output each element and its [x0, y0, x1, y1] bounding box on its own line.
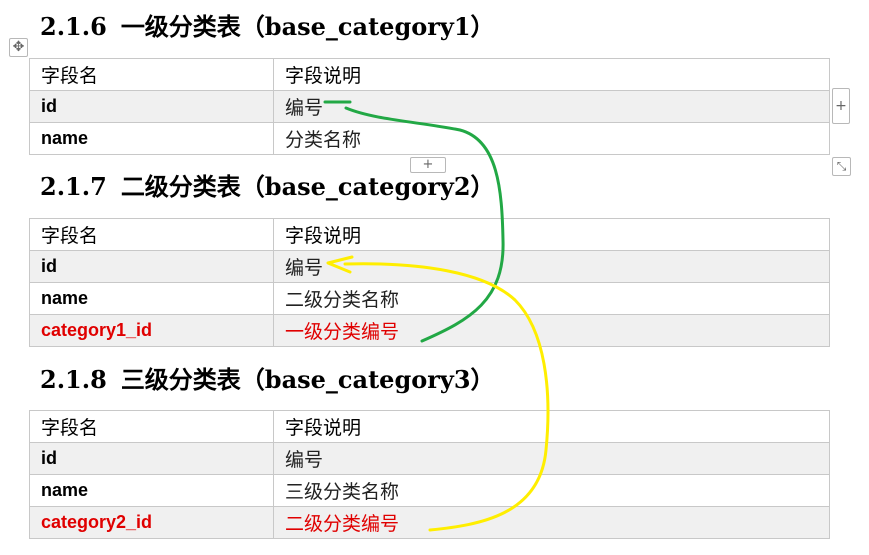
- table-row: category1_id 一级分类编号: [29, 314, 830, 347]
- table-row: id 编号: [29, 250, 830, 283]
- field-cell: name: [29, 474, 274, 507]
- plus-icon: +: [422, 157, 434, 172]
- add-row-button[interactable]: +: [410, 157, 446, 173]
- table-resize-handle[interactable]: ⤡: [832, 157, 851, 176]
- table-row: id 编号: [29, 442, 830, 475]
- field-cell: name: [29, 282, 274, 315]
- section-heading-category1: 2.1.6 一级分类表（base_category1）: [40, 12, 495, 42]
- field-cell-foreign-key: category2_id: [29, 506, 274, 539]
- desc-cell: 编号: [273, 442, 830, 475]
- section-heading-category3: 2.1.8 三级分类表（base_category3）: [40, 365, 495, 395]
- header-cell-desc: 字段说明: [273, 410, 830, 443]
- table-base-category2: 字段名 字段说明 id 编号 name 二级分类名称 category1_id …: [29, 218, 830, 347]
- add-column-button[interactable]: +: [832, 88, 850, 124]
- header-cell-field: 字段名: [29, 410, 274, 443]
- desc-cell-foreign-key: 二级分类编号: [273, 506, 830, 539]
- header-cell-desc: 字段说明: [273, 218, 830, 251]
- header-cell-field: 字段名: [29, 58, 274, 91]
- table-base-category3: 字段名 字段说明 id 编号 name 三级分类名称 category2_id …: [29, 410, 830, 539]
- field-cell: id: [29, 250, 274, 283]
- table-move-handle[interactable]: ✥: [9, 38, 28, 57]
- table-row: name 分类名称: [29, 122, 830, 155]
- header-cell-desc: 字段说明: [273, 58, 830, 91]
- header-cell-field: 字段名: [29, 218, 274, 251]
- field-cell-foreign-key: category1_id: [29, 314, 274, 347]
- desc-cell: 分类名称: [273, 122, 830, 155]
- table-row: id 编号: [29, 90, 830, 123]
- field-cell: id: [29, 442, 274, 475]
- table-header-row: 字段名 字段说明: [29, 58, 830, 91]
- table-header-row: 字段名 字段说明: [29, 410, 830, 443]
- table-row: name 三级分类名称: [29, 474, 830, 507]
- field-cell: id: [29, 90, 274, 123]
- desc-cell: 编号: [273, 250, 830, 283]
- section-number: 2.1.7: [40, 172, 107, 201]
- field-cell: name: [29, 122, 274, 155]
- desc-cell: 三级分类名称: [273, 474, 830, 507]
- plus-icon: +: [835, 98, 847, 114]
- section-number: 2.1.8: [40, 365, 107, 394]
- section-title: 二级分类表（base_category2）: [120, 172, 495, 201]
- table-row: name 二级分类名称: [29, 282, 830, 315]
- section-heading-category2: 2.1.7 二级分类表（base_category2）: [40, 172, 495, 202]
- section-title: 三级分类表（base_category3）: [120, 365, 495, 394]
- desc-cell: 编号: [273, 90, 830, 123]
- table-base-category1: 字段名 字段说明 id 编号 name 分类名称: [29, 58, 830, 155]
- move-cross-icon: ✥: [12, 39, 25, 55]
- desc-cell: 二级分类名称: [273, 282, 830, 315]
- desc-cell-foreign-key: 一级分类编号: [273, 314, 830, 347]
- section-number: 2.1.6: [40, 12, 107, 41]
- section-title: 一级分类表（base_category1）: [120, 12, 495, 41]
- table-header-row: 字段名 字段说明: [29, 218, 830, 251]
- resize-diagonal-icon: ⤡: [836, 159, 847, 173]
- table-row: category2_id 二级分类编号: [29, 506, 830, 539]
